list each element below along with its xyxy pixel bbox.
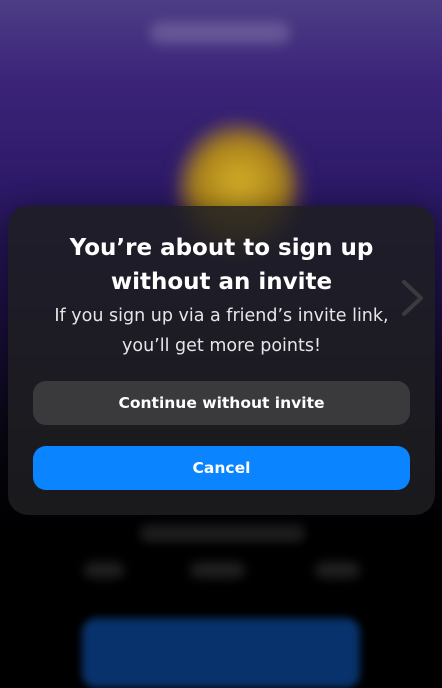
blurred-stat (315, 562, 360, 578)
invite-warning-dialog: You’re about to sign up without an invit… (8, 206, 435, 515)
blurred-header (150, 22, 290, 44)
cancel-button[interactable]: Cancel (33, 446, 410, 490)
blurred-primary-button (82, 618, 360, 688)
blurred-text-line (140, 524, 305, 542)
blurred-stat (84, 562, 124, 578)
continue-without-invite-button[interactable]: Continue without invite (33, 381, 410, 425)
dialog-message: If you sign up via a friend’s invite lin… (54, 306, 389, 356)
blurred-stat (190, 562, 245, 578)
dialog-title: You’re about to sign up without an invit… (69, 235, 374, 295)
